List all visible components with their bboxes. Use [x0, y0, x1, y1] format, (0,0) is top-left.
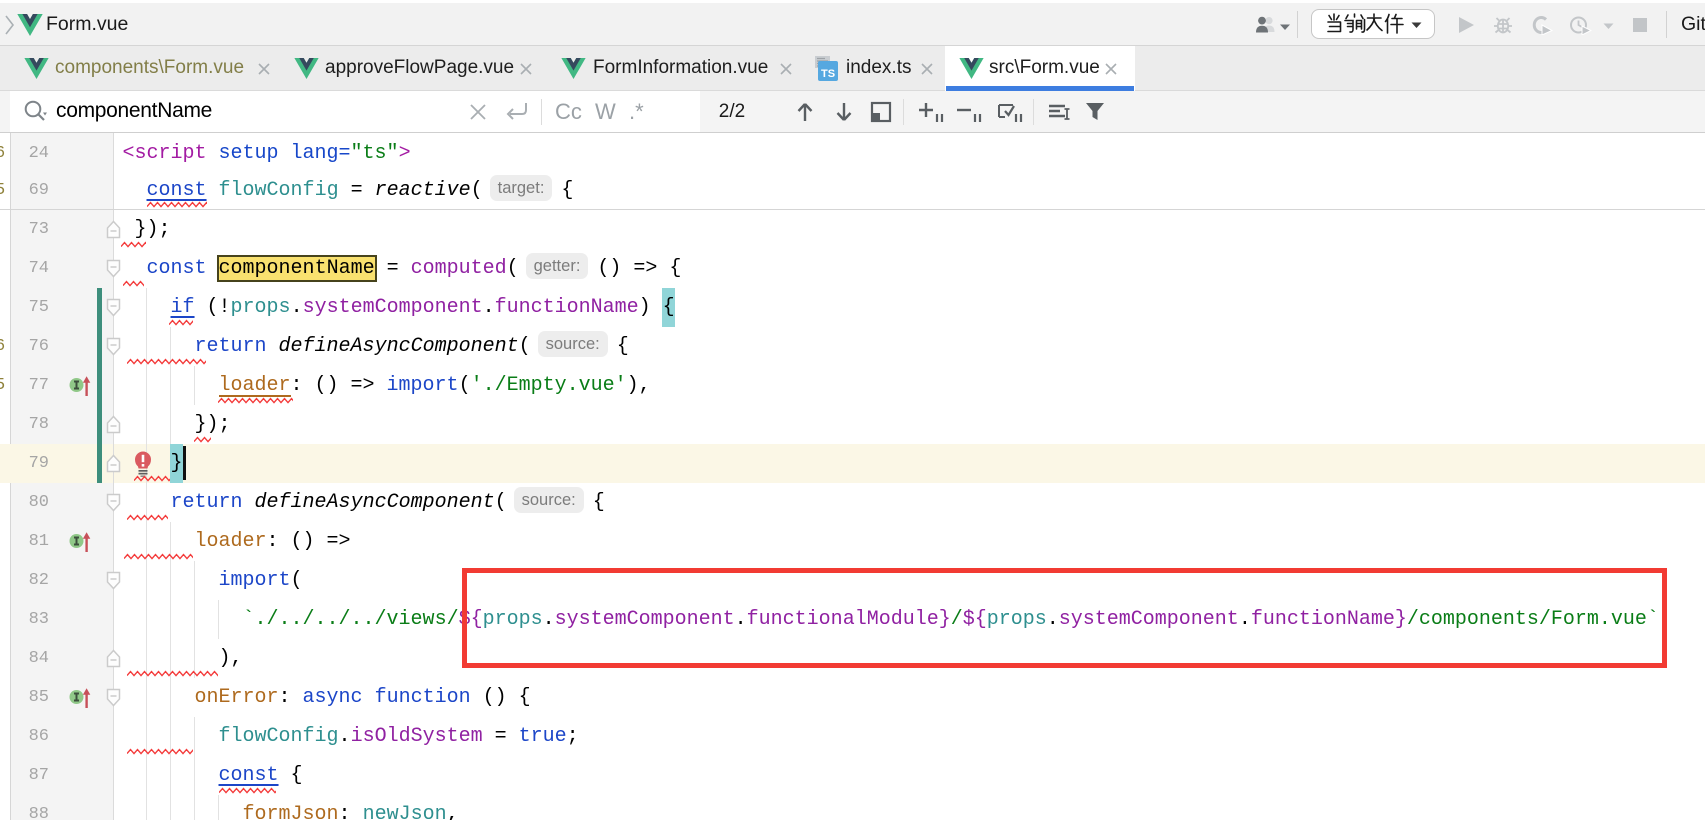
svg-text:TS: TS [821, 68, 835, 80]
